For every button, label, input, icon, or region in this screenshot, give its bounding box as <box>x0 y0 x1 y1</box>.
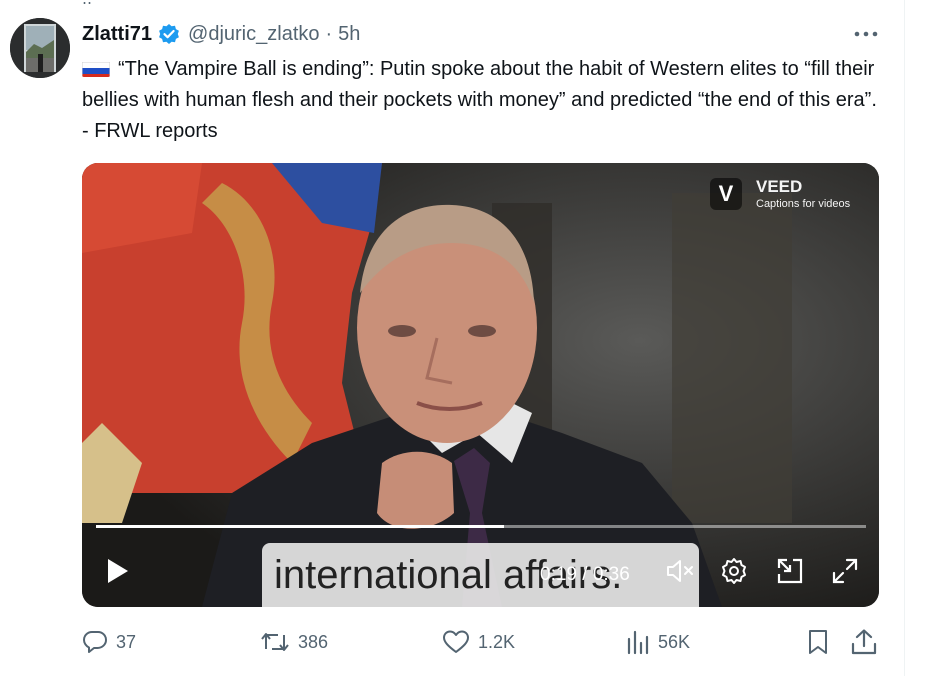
burned-in-caption: international affairs. <box>262 543 699 607</box>
russia-flag-icon <box>82 59 110 77</box>
share-icon <box>851 629 877 655</box>
fullscreen-icon[interactable] <box>830 556 860 586</box>
views-button[interactable]: 56K <box>626 626 690 658</box>
display-name[interactable]: Zlatti71 <box>82 23 152 46</box>
dock-icon[interactable] <box>775 556 805 586</box>
reply-button[interactable]: 37 <box>82 626 136 658</box>
separator-dot: · <box>325 22 333 45</box>
avatar-image <box>10 18 70 78</box>
video-frame <box>82 163 879 607</box>
video-time: 0:19 / 0:36 <box>540 564 630 585</box>
like-icon <box>443 630 469 653</box>
like-button[interactable]: 1.2K <box>442 626 515 658</box>
tweet-body: “The Vampire Ball is ending”: Putin spok… <box>82 58 877 142</box>
video-player[interactable]: V VEED Captions for videos international… <box>82 163 879 607</box>
views-icon <box>627 630 649 655</box>
veed-name: VEED <box>756 177 803 196</box>
views-count: 56K <box>658 631 691 652</box>
share-button[interactable] <box>850 626 886 658</box>
video-progress-bar[interactable] <box>96 525 866 528</box>
tweet-header: Zlatti71 @djuric_zlatko · 5h <box>82 20 360 48</box>
veed-watermark: V VEED Captions for videos <box>710 171 870 217</box>
tweet-text: “The Vampire Ball is ending”: Putin spok… <box>82 54 882 147</box>
reply-icon <box>83 631 107 653</box>
more-icon[interactable] <box>852 22 880 46</box>
settings-icon[interactable] <box>719 556 749 586</box>
bookmark-button[interactable] <box>806 626 838 658</box>
play-icon[interactable] <box>102 556 132 586</box>
repost-icon <box>261 633 289 651</box>
mute-icon[interactable] <box>665 556 695 586</box>
timeline-border <box>904 0 905 676</box>
veed-tagline: Captions for videos <box>756 198 851 210</box>
bookmark-icon <box>809 630 827 654</box>
avatar[interactable] <box>10 18 70 78</box>
user-handle[interactable]: @djuric_zlatko <box>188 23 319 46</box>
reply-count: 37 <box>116 631 137 652</box>
like-count: 1.2K <box>478 631 516 652</box>
previous-item-fragment: ‥ <box>82 0 92 8</box>
tweet-actions: 37 386 1.2K 56K <box>82 626 882 658</box>
video-progress-fill <box>96 525 505 528</box>
veed-logo: V <box>710 178 742 210</box>
verified-badge-icon <box>158 23 180 45</box>
repost-button[interactable]: 386 <box>260 626 328 658</box>
timestamp[interactable]: 5h <box>338 23 360 46</box>
repost-count: 386 <box>298 631 329 652</box>
